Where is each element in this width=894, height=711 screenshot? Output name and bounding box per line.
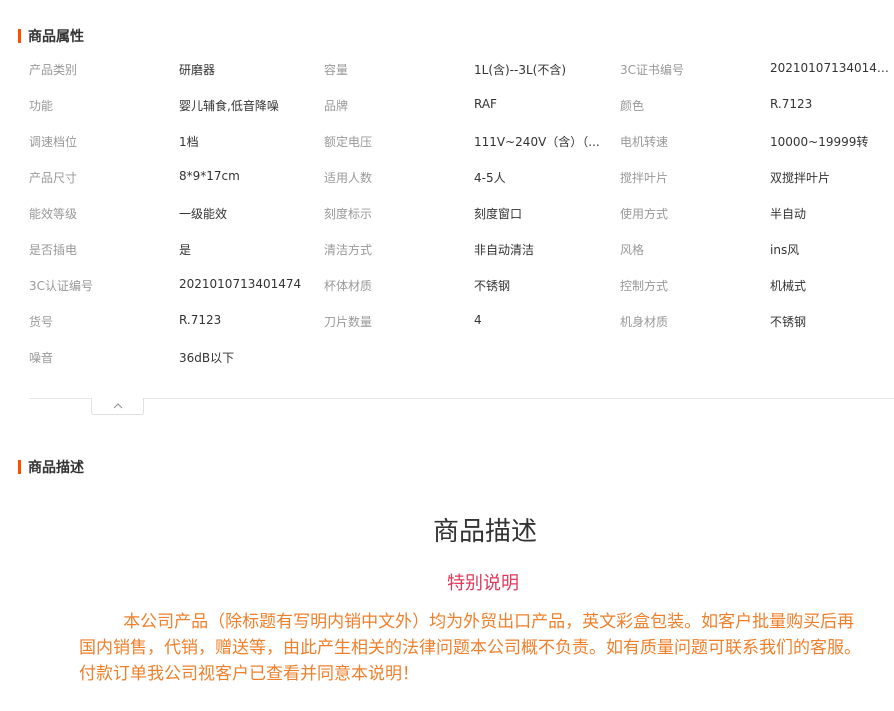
attribute-value: 婴儿辅食,低音降噪	[179, 99, 279, 113]
attribute-value: 1L(含)--3L(不含)	[474, 63, 567, 77]
attribute-row: 功能 婴儿辅食,低音降噪 品牌 RAF 颜色 R.7123	[0, 87, 894, 123]
attribute-row: 调速档位 1档 额定电压 111V~240V（含）（... 电机转速 10000~1999…	[0, 123, 894, 159]
attribute-label: 适用人数	[324, 171, 373, 185]
collapse-toggle-button[interactable]	[91, 398, 144, 415]
attribute-label: 品牌	[324, 99, 349, 113]
description-section-title: 商品描述	[28, 460, 84, 476]
attribute-label: 杯体材质	[324, 279, 373, 293]
attribute-value: 4	[474, 313, 482, 327]
description-section-header: 商品描述	[18, 457, 84, 477]
section-accent-bar	[18, 29, 21, 43]
attribute-label: 产品类别	[29, 63, 78, 77]
attributes-section-header: 商品属性	[18, 26, 84, 46]
attribute-value: 刻度窗口	[474, 207, 523, 221]
attribute-label: 是否插电	[29, 243, 78, 257]
attribute-value: 10000~19999转	[770, 135, 869, 149]
attribute-label: 额定电压	[324, 135, 373, 149]
attribute-value: 4-5人	[474, 171, 506, 185]
attribute-row: 3C认证编号 2021010713401474 杯体材质 不锈钢 控制方式 机械式	[0, 267, 894, 303]
attribute-value: RAF	[474, 97, 497, 111]
attribute-label: 颜色	[620, 99, 645, 113]
attribute-row: 噪音 36dB以下	[0, 339, 894, 375]
attribute-value: 111V~240V（含）（...	[474, 135, 600, 149]
attribute-value: 不锈钢	[770, 315, 807, 329]
attribute-value: 是	[179, 243, 192, 257]
attribute-label: 调速档位	[29, 135, 78, 149]
attribute-value: 1档	[179, 135, 199, 149]
attribute-value: 研磨器	[179, 63, 216, 77]
attribute-label: 容量	[324, 63, 349, 77]
attribute-label: 使用方式	[620, 207, 669, 221]
attribute-value: 2021010713401474	[770, 61, 890, 75]
attribute-label: 产品尺寸	[29, 171, 78, 185]
attribute-label: 机身材质	[620, 315, 669, 329]
chevron-up-icon	[113, 403, 122, 409]
attribute-row: 是否插电 是 清洁方式 非自动清洁 风格 ins风	[0, 231, 894, 267]
attribute-label: 3C证书编号	[620, 63, 685, 77]
attribute-label: 风格	[620, 243, 645, 257]
attribute-label: 清洁方式	[324, 243, 373, 257]
attribute-row: 产品类别 研磨器 容量 1L(含)--3L(不含) 3C证书编号 202101071340…	[0, 51, 894, 87]
attribute-value: 双搅拌叶片	[770, 171, 831, 185]
attribute-value: 36dB以下	[179, 351, 235, 365]
attribute-label: 噪音	[29, 351, 54, 365]
section-accent-bar	[18, 460, 21, 474]
attribute-row: 货号 R.7123 刀片数量 4 机身材质 不锈钢	[0, 303, 894, 339]
attribute-label: 电机转速	[620, 135, 669, 149]
attribute-label: 3C认证编号	[29, 279, 94, 293]
attribute-row: 能效等级 一级能效 刻度标示 刻度窗口 使用方式 半自动	[0, 195, 894, 231]
attribute-value: R.7123	[770, 97, 813, 111]
attribute-value: 一级能效	[179, 207, 228, 221]
attribute-label: 功能	[29, 99, 54, 113]
attribute-label: 刻度标示	[324, 207, 373, 221]
attribute-label: 搅拌叶片	[620, 171, 669, 185]
attribute-label: 刀片数量	[324, 315, 373, 329]
description-heading: 商品描述	[432, 517, 537, 547]
attribute-value: 半自动	[770, 207, 807, 221]
attribute-value: 不锈钢	[474, 279, 511, 293]
attribute-value: 机械式	[770, 279, 807, 293]
attribute-value: 2021010713401474	[179, 277, 302, 291]
attribute-value: ins风	[770, 243, 800, 257]
attributes-title: 商品属性	[28, 29, 84, 45]
attributes-grid: 产品类别 研磨器 容量 1L(含)--3L(不含) 3C证书编号 202101071340…	[0, 51, 894, 375]
attribute-value: 非自动清洁	[474, 243, 535, 257]
attribute-value: R.7123	[179, 313, 222, 327]
description-paragraph: 本公司产品（除标题有写明内销中文外）均为外贸出口产品，英文彩盒包装。如客户批量购…	[79, 612, 861, 684]
attribute-value: 8*9*17cm	[179, 169, 240, 183]
attribute-row: 产品尺寸 8*9*17cm 适用人数 4-5人 搅拌叶片 双搅拌叶片	[0, 159, 894, 195]
attributes-divider	[29, 398, 894, 399]
attribute-label: 能效等级	[29, 207, 78, 221]
attribute-label: 控制方式	[620, 279, 669, 293]
description-subheading: 特别说明	[447, 573, 519, 594]
attribute-label: 货号	[29, 315, 54, 329]
